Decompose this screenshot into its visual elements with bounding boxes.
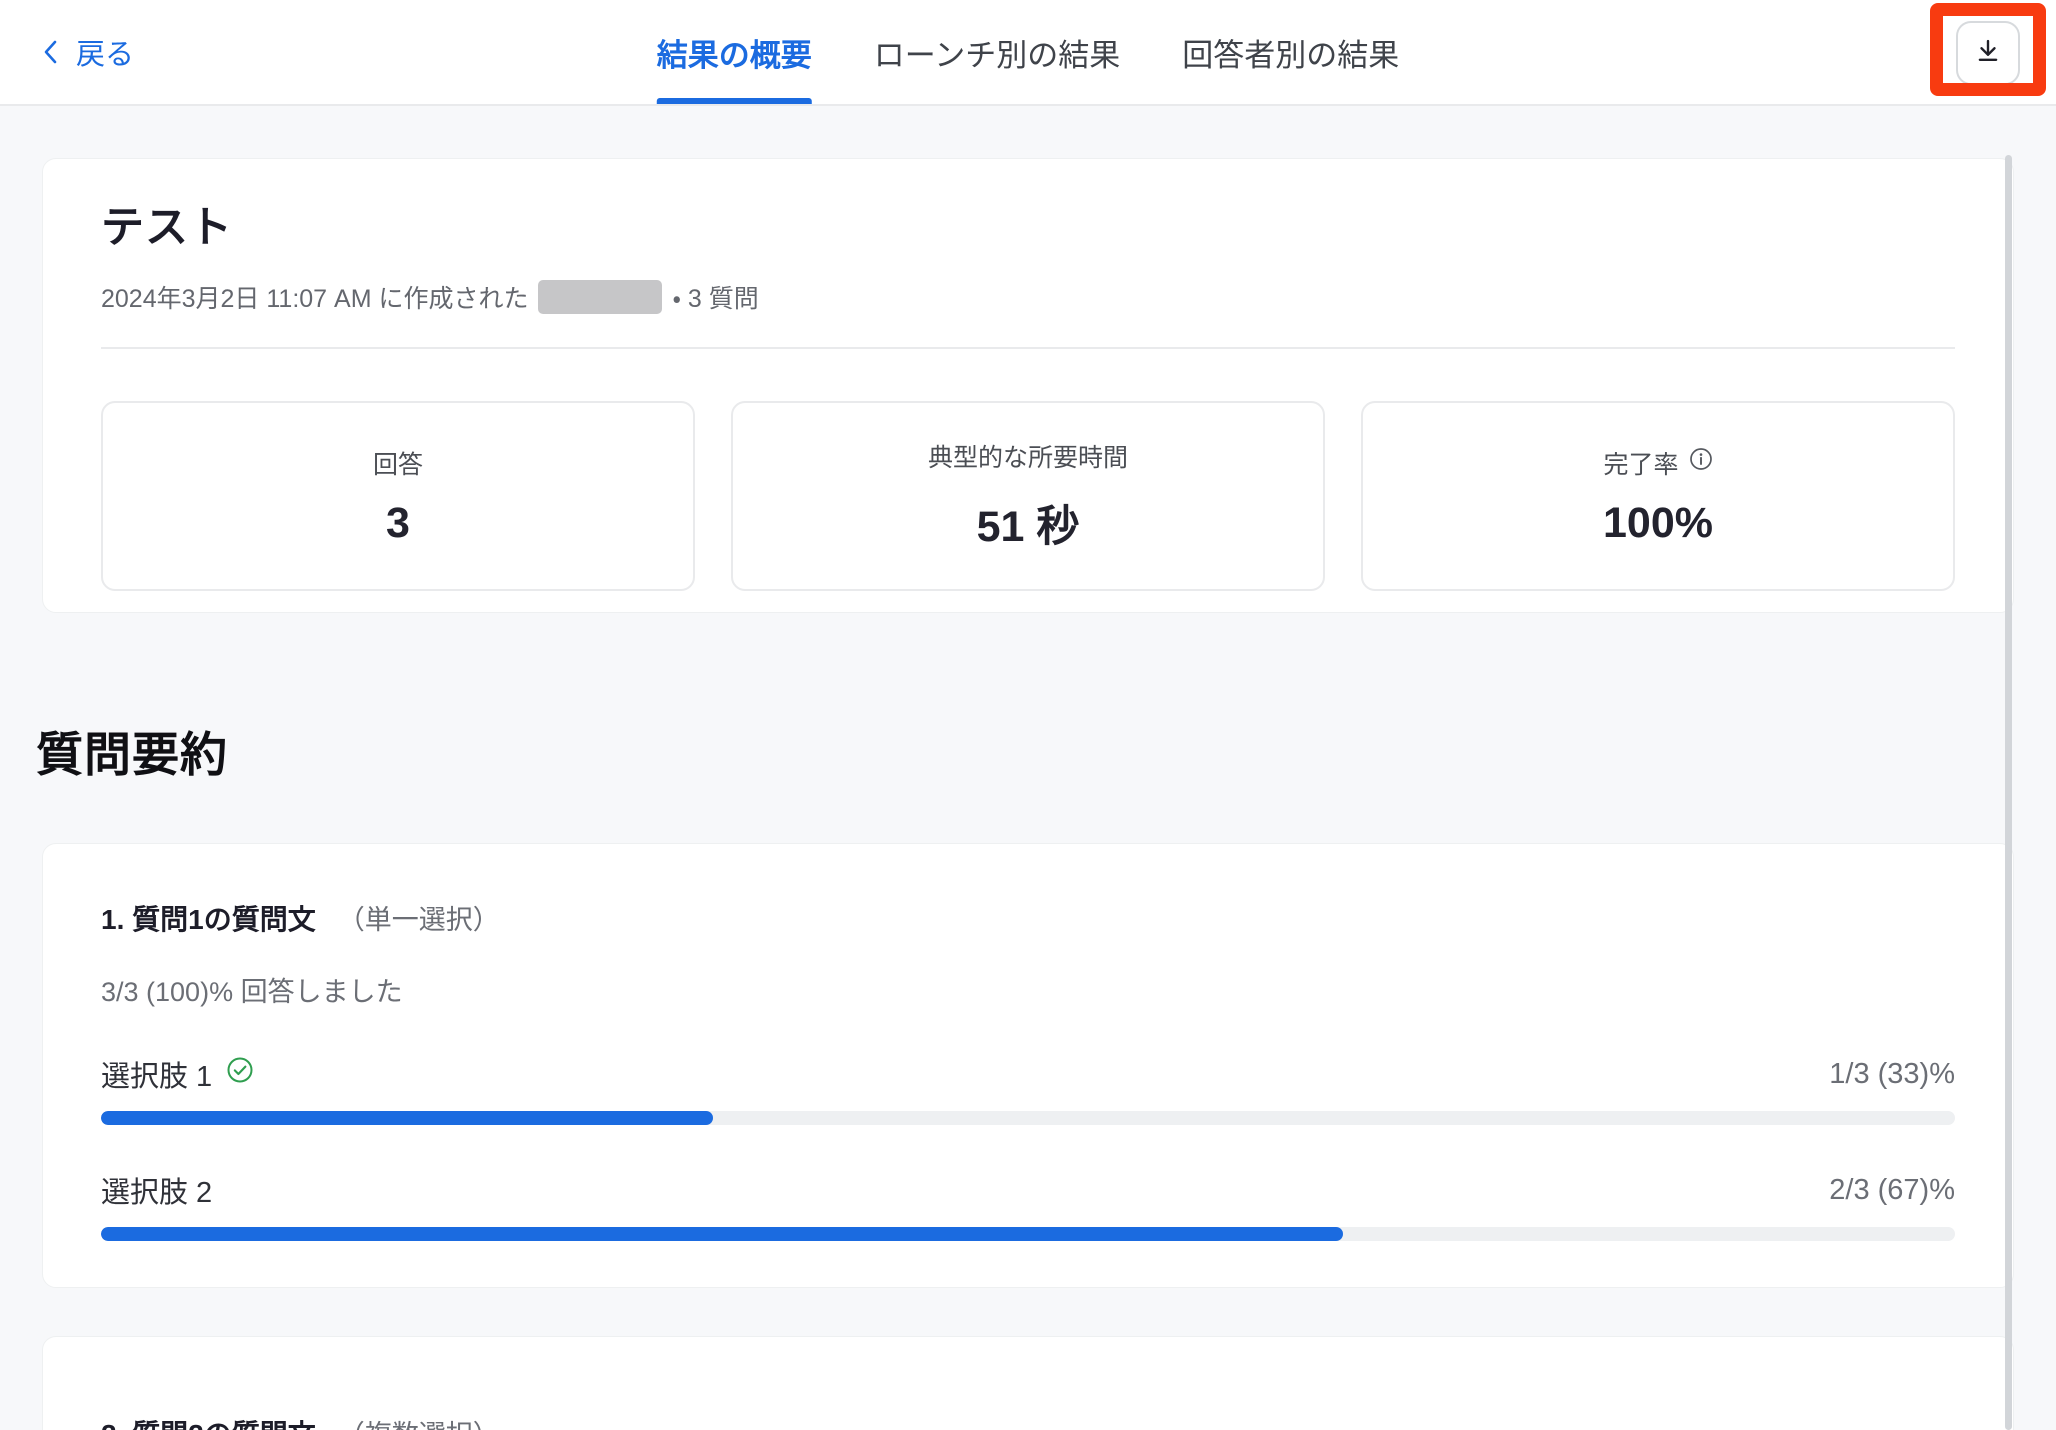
tab-label: ローンチ別の結果	[874, 30, 1120, 75]
stat-label: 典型的な所要時間	[928, 438, 1128, 474]
question-title: 2. 質問2の質問文	[101, 1413, 316, 1430]
question-title-row: 1. 質問1の質問文 （単一選択）	[101, 898, 1955, 938]
results-tabs: 結果の概要 ローンチ別の結果 回答者別の結果	[657, 0, 1399, 104]
option-label: 選択肢 2	[101, 1169, 212, 1211]
correct-answer-check-icon	[226, 1056, 254, 1092]
stat-value: 51 秒	[977, 492, 1080, 554]
stat-label-text: 完了率	[1603, 445, 1678, 481]
back-label: 戻る	[76, 31, 134, 73]
option-value: 1/3 (33)%	[1829, 1058, 1955, 1091]
tab-label: 結果の概要	[657, 30, 812, 75]
results-overview-page: テスト 2024年3月2日 11:07 AM に作成された ・ 3 質問 回答 …	[0, 106, 2056, 1430]
question-card-2: 2. 質問2の質問文 （複数選択）	[42, 1336, 2014, 1430]
stat-label: 回答	[373, 445, 423, 481]
info-icon[interactable]	[1689, 447, 1713, 478]
stat-value: 100%	[1603, 499, 1713, 548]
progress-bar-track	[101, 1111, 1955, 1125]
tab-results-overview[interactable]: 結果の概要	[657, 0, 812, 104]
survey-title: テスト	[101, 193, 1955, 255]
question-title: 1. 質問1の質問文	[101, 898, 316, 938]
question-type: （単一選択）	[338, 898, 500, 937]
divider	[101, 347, 1955, 349]
vertical-scrollbar[interactable]	[2005, 155, 2012, 1430]
question-type: （複数選択）	[338, 1413, 500, 1430]
survey-summary-card: テスト 2024年3月2日 11:07 AM に作成された ・ 3 質問 回答 …	[42, 158, 2014, 613]
download-icon	[1973, 36, 2003, 71]
stat-label-text: 典型的な所要時間	[928, 438, 1128, 474]
progress-bar-track	[101, 1227, 1955, 1241]
option-label-text: 選択肢 1	[101, 1053, 212, 1095]
question-card-1: 1. 質問1の質問文 （単一選択） 3/3 (100)% 回答しました 選択肢 …	[42, 843, 2014, 1288]
question-count-text: ・ 3 質問	[672, 279, 758, 315]
redacted-author-name	[538, 280, 662, 314]
stat-card-typical-time: 典型的な所要時間 51 秒	[731, 401, 1325, 591]
back-button[interactable]: 戻る	[40, 0, 134, 104]
option-value: 2/3 (67)%	[1829, 1174, 1955, 1207]
created-text: 2024年3月2日 11:07 AM に作成された	[101, 279, 528, 315]
stat-value: 3	[386, 499, 410, 548]
progress-bar-fill	[101, 1111, 713, 1125]
question-title-row: 2. 質問2の質問文 （複数選択）	[101, 1413, 1955, 1430]
stat-card-responses: 回答 3	[101, 401, 695, 591]
answered-count-text: 3/3 (100)% 回答しました	[101, 970, 1955, 1009]
tab-results-by-launch[interactable]: ローンチ別の結果	[874, 0, 1120, 104]
stat-card-completion-rate: 完了率 100%	[1361, 401, 1955, 591]
download-button[interactable]	[1956, 21, 2020, 85]
progress-bar-fill	[101, 1227, 1343, 1241]
option-row: 選択肢 2 2/3 (67)%	[101, 1169, 1955, 1211]
tab-label: 回答者別の結果	[1182, 30, 1399, 75]
top-bar: 戻る 結果の概要 ローンチ別の結果 回答者別の結果	[0, 0, 2056, 106]
stat-label: 完了率	[1603, 445, 1712, 481]
stat-label-text: 回答	[373, 445, 423, 481]
option-label: 選択肢 1	[101, 1053, 254, 1095]
question-summary-heading: 質問要約	[36, 716, 2056, 785]
stats-row: 回答 3 典型的な所要時間 51 秒 完了率	[101, 401, 1955, 591]
option-label-text: 選択肢 2	[101, 1169, 212, 1211]
tab-results-by-respondent[interactable]: 回答者別の結果	[1182, 0, 1399, 104]
chevron-left-icon	[40, 37, 62, 67]
survey-subtitle: 2024年3月2日 11:07 AM に作成された ・ 3 質問	[101, 279, 1955, 315]
option-row: 選択肢 1 1/3 (33)%	[101, 1053, 1955, 1095]
